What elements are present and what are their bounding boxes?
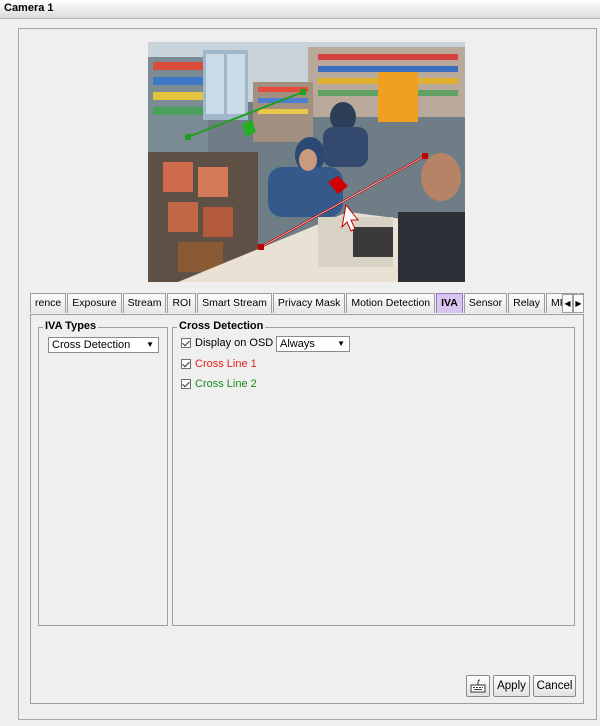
tab-stream[interactable]: Stream — [122, 293, 167, 313]
window-title: Camera 1 — [4, 2, 54, 14]
tab-roi[interactable]: ROI — [167, 293, 197, 313]
iva-types-title: IVA Types — [43, 320, 99, 332]
display-on-osd-checkbox[interactable] — [181, 338, 191, 348]
apply-button[interactable]: Apply — [493, 675, 530, 697]
cross-line-2-row: Cross Line 2 — [181, 378, 257, 390]
chevron-down-icon: ▼ — [337, 339, 345, 348]
iva-type-select[interactable]: Cross Detection ▼ — [48, 337, 159, 353]
osd-mode-value: Always — [280, 338, 315, 350]
tab-scroll-left-icon[interactable]: ◀ — [562, 294, 573, 313]
display-on-osd-label: Display on OSD — [195, 337, 274, 349]
cross-line-2-label[interactable]: Cross Line 2 — [195, 378, 257, 390]
window-titlebar: Camera 1 — [0, 0, 600, 19]
tab-scroll-right-icon[interactable]: ▶ — [573, 294, 584, 313]
tab-sensor[interactable]: Sensor — [463, 293, 508, 313]
iva-types-group: IVA Types Cross Detection ▼ — [38, 320, 168, 626]
tab-iva[interactable]: IVA — [436, 293, 463, 313]
settings-tabbar: rence Exposure Stream ROI Smart Stream Privac… — [30, 293, 584, 314]
cancel-button[interactable]: Cancel — [533, 675, 576, 697]
cross-detection-group: Cross Detection Display on OSD Always ▼ … — [172, 320, 575, 626]
camera-preview-image — [148, 42, 465, 282]
cross-line-2-checkbox[interactable] — [181, 379, 191, 389]
display-on-osd-row: Display on OSD — [181, 337, 273, 349]
cross-detection-title: Cross Detection — [177, 320, 266, 332]
tab-rence[interactable]: rence — [30, 293, 67, 313]
iva-type-selected-value: Cross Detection — [52, 339, 131, 351]
tab-privacy-mask[interactable]: Privacy Mask — [272, 293, 346, 313]
keyboard-button[interactable] — [466, 675, 490, 697]
chevron-down-icon: ▼ — [146, 340, 154, 349]
tab-exposure[interactable]: Exposure — [67, 293, 122, 313]
tab-scroll-controls: ◀ ▶ — [562, 294, 584, 313]
cross-line-1-label[interactable]: Cross Line 1 — [195, 358, 257, 370]
cross-line-1-checkbox[interactable] — [181, 359, 191, 369]
cross-line-1-row: Cross Line 1 — [181, 358, 257, 370]
osd-mode-select[interactable]: Always ▼ — [276, 336, 350, 352]
tab-relay[interactable]: Relay — [508, 293, 546, 313]
iva-settings-panel: IVA Types Cross Detection ▼ Cross Detect… — [30, 314, 584, 704]
camera-preview[interactable] — [148, 42, 465, 282]
keyboard-icon — [470, 679, 486, 693]
tab-motion-detection[interactable]: Motion Detection — [346, 293, 436, 313]
tab-smart-stream[interactable]: Smart Stream — [197, 293, 272, 313]
